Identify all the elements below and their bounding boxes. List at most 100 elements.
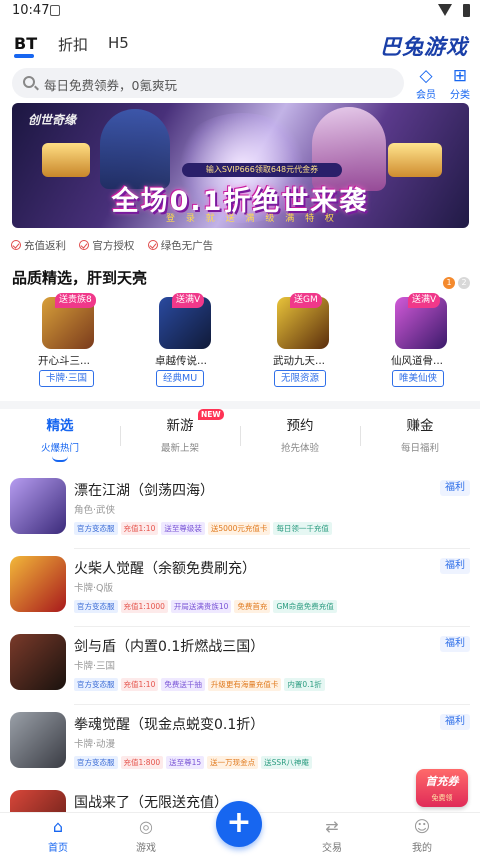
game-list-item[interactable]: 火柴人觉醒（余额免费刷充） 卡牌·Q版 官方变态服 充值1:1000 开局送满贵族1…	[0, 556, 480, 632]
featured-game-card[interactable]: 送贵族8 开心斗三... 卡牌·三国	[35, 293, 101, 389]
tab-subtitle: 火爆热门	[40, 443, 79, 454]
game-tag: 升级更有海量充值卡	[207, 678, 282, 691]
active-tab-indicator	[14, 54, 34, 58]
grid-icon: ⊞	[452, 66, 468, 86]
welfare-button[interactable]: 福利	[440, 480, 470, 496]
gift-badge: 送GM	[290, 293, 322, 308]
banner-subline: 登 录 就 送 满 级 满 特 权	[166, 214, 338, 224]
game-genre: 角色·武侠	[74, 505, 116, 516]
game-tag: GM命盘免费充值	[273, 600, 337, 613]
trade-icon: ⇄	[325, 817, 339, 836]
featured-game-card[interactable]: 送GM 武动九天... 无限资源	[270, 293, 336, 389]
game-name: 开心斗三...	[38, 355, 91, 367]
tab-new-games[interactable]: 新游 最新上架 NEW	[120, 409, 240, 462]
game-tag: 开局送满贵族10	[170, 600, 232, 613]
vip-button[interactable]: ◇ 会员	[411, 66, 441, 101]
nav-label: 游戏	[136, 843, 156, 854]
search-icon	[23, 76, 35, 88]
game-tag: 充值1:10	[120, 522, 159, 535]
row-divider	[74, 626, 470, 627]
game-tag: 免费送千抽	[161, 678, 205, 691]
tab-title: 赚金	[406, 418, 434, 434]
promo-banner[interactable]: 创世奇缘 输入SVIP666领取648元代金券 全场0.1折绝世来袭 登 录 就…	[12, 103, 469, 228]
tab-bt[interactable]: BT	[14, 34, 37, 53]
game-tag: 充值1:800	[120, 756, 164, 769]
tab-featured[interactable]: 精选 火爆热门	[0, 412, 120, 462]
status-bar: 10:47	[0, 0, 480, 22]
new-badge: NEW	[198, 409, 224, 420]
search-bar[interactable]: 每日免费领券，0氪爽玩	[12, 68, 404, 98]
genre-chip: 无限资源	[274, 370, 327, 387]
search-placeholder: 每日免费领券，0氪爽玩	[44, 78, 177, 93]
tab-discount[interactable]: 折扣	[58, 34, 88, 55]
first-recharge-coupon[interactable]: 首充券 免费领	[414, 763, 470, 809]
game-icon	[10, 712, 66, 768]
game-list-item[interactable]: 拳魂觉醒（现金点蜕变0.1折） 卡牌·动漫 官方变态服 充值1:800 送至尊15 送…	[0, 712, 480, 788]
add-button[interactable]: +	[216, 801, 262, 847]
game-genre: 卡牌·动漫	[74, 739, 116, 750]
genre-chip: 经典MU	[156, 370, 205, 387]
category-button[interactable]: ⊞ 分类	[445, 66, 475, 101]
pager-dot[interactable]: 2	[458, 277, 470, 289]
banner-code-pill: 输入SVIP666领取648元代金券	[182, 163, 342, 177]
banner-gift-left	[42, 143, 90, 177]
nav-label: 我的	[412, 843, 432, 854]
vip-label: 会员	[416, 90, 436, 101]
gift-badge: 送满V	[172, 293, 205, 308]
welfare-button[interactable]: 福利	[440, 636, 470, 652]
home-icon: ⌂	[52, 817, 64, 836]
nav-games[interactable]: ◎ 游戏	[116, 817, 176, 854]
check-icon	[79, 240, 90, 250]
game-name: 仙风道骨...	[391, 355, 444, 367]
status-time: 10:47	[12, 3, 50, 18]
featured-game-card[interactable]: 送满V 仙风道骨... 唯美仙侠	[388, 293, 454, 389]
game-title: 漂在江湖（剑荡四海）	[74, 483, 214, 499]
gift-badge: 送满V	[408, 293, 441, 308]
coupon-sub: 免费领	[431, 794, 453, 802]
diamond-icon: ◇	[419, 66, 433, 86]
game-tag: 充值1:10	[120, 678, 159, 691]
feature-rebate: 充值返利	[11, 238, 66, 253]
tab-title: 预约	[286, 418, 314, 434]
pager-dot-active[interactable]: 1	[443, 277, 455, 289]
game-tag: 官方变态服	[74, 600, 118, 613]
game-icon	[10, 478, 66, 534]
feature-no-ads: 绿色无广告	[147, 238, 213, 253]
tab-reserve[interactable]: 预约 抢先体验	[240, 412, 360, 462]
welfare-button[interactable]: 福利	[440, 558, 470, 574]
game-tag: 充值1:1000	[120, 600, 168, 613]
game-title: 火柴人觉醒（余额免费刷充）	[74, 561, 256, 577]
game-list-item[interactable]: 漂在江湖（剑荡四海） 角色·武侠 官方变态服 充值1:10 送至尊级装 送5000元充…	[0, 478, 480, 554]
nav-home[interactable]: ⌂ 首页	[28, 817, 88, 854]
row-divider	[74, 704, 470, 705]
nav-profile[interactable]: ☺ 我的	[392, 817, 452, 854]
game-title: 拳魂觉醒（现金点蜕变0.1折）	[74, 717, 265, 733]
wifi-icon	[438, 4, 452, 16]
category-label: 分类	[450, 90, 470, 101]
game-tags: 官方变态服 充值1:800 送至尊15 送一万现金点 送SSR八神庵	[74, 750, 315, 769]
game-title: 剑与盾（内置0.1折燃战三国）	[74, 639, 265, 655]
game-tags: 官方变态服 充值1:10 送至尊级装 送5000元充值卡 每日领一千充值	[74, 516, 335, 535]
gamepad-icon: ◎	[139, 817, 153, 836]
welfare-button[interactable]: 福利	[440, 714, 470, 730]
nav-trade[interactable]: ⇄ 交易	[302, 817, 362, 854]
check-icon	[11, 240, 21, 250]
game-list-item[interactable]: 剑与盾（内置0.1折燃战三国） 卡牌·三国 官方变态服 充值1:10 免费送千抽 升级…	[0, 634, 480, 710]
tab-earn[interactable]: 赚金 每日福利	[360, 412, 480, 462]
check-icon	[147, 240, 158, 250]
game-tags: 官方变态服 充值1:10 免费送千抽 升级更有海量充值卡 内置0.1折	[74, 672, 328, 691]
section-title: 品质精选，肝到天亮	[12, 269, 148, 287]
game-icon	[10, 634, 66, 690]
tab-h5[interactable]: H5	[108, 34, 129, 52]
notification-icon	[50, 5, 60, 16]
game-icon	[10, 556, 66, 612]
plus-icon: +	[226, 805, 252, 840]
game-tag: 每日领一千充值	[273, 522, 332, 535]
feature-official: 官方授权	[79, 238, 134, 253]
banner-corner-title: 创世奇缘	[28, 113, 77, 127]
feature-badges: 充值返利 官方授权 绿色无广告	[11, 238, 223, 252]
game-name: 武动九天...	[273, 355, 326, 367]
carousel-pager: 12	[440, 270, 470, 289]
game-tag: 免费首充	[234, 600, 271, 613]
featured-game-card[interactable]: 送满V 卓越传说... 经典MU	[152, 293, 218, 389]
